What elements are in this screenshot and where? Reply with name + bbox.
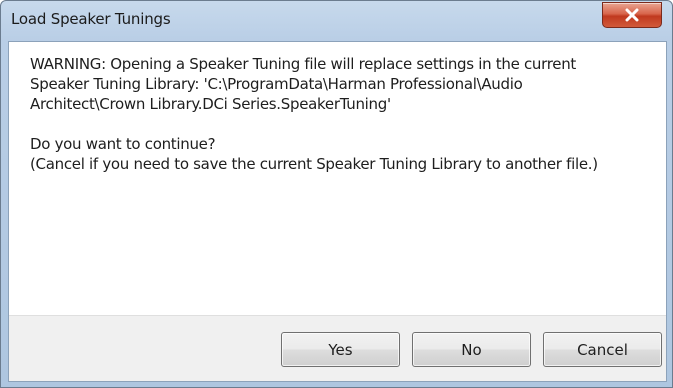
- yes-button[interactable]: Yes: [281, 332, 400, 367]
- dialog-window: Load Speaker Tunings Yes No Cancel WARNI…: [0, 0, 673, 388]
- message-body: WARNING: Opening a Speaker Tuning file w…: [30, 54, 635, 174]
- question-block: Do you want to continue? (Cancel if you …: [30, 134, 635, 174]
- warning-text: WARNING: Opening a Speaker Tuning file w…: [30, 55, 576, 113]
- cancel-hint-line: (Cancel if you need to save the current …: [30, 155, 598, 173]
- close-x-icon: [624, 8, 640, 22]
- no-button[interactable]: No: [412, 332, 531, 367]
- button-bar: Yes No Cancel: [9, 315, 666, 381]
- dialog-title: Load Speaker Tunings: [11, 10, 171, 28]
- question-line: Do you want to continue?: [30, 135, 216, 153]
- cancel-button[interactable]: Cancel: [543, 332, 662, 367]
- title-bar[interactable]: Load Speaker Tunings: [1, 1, 672, 41]
- close-button[interactable]: [602, 2, 662, 28]
